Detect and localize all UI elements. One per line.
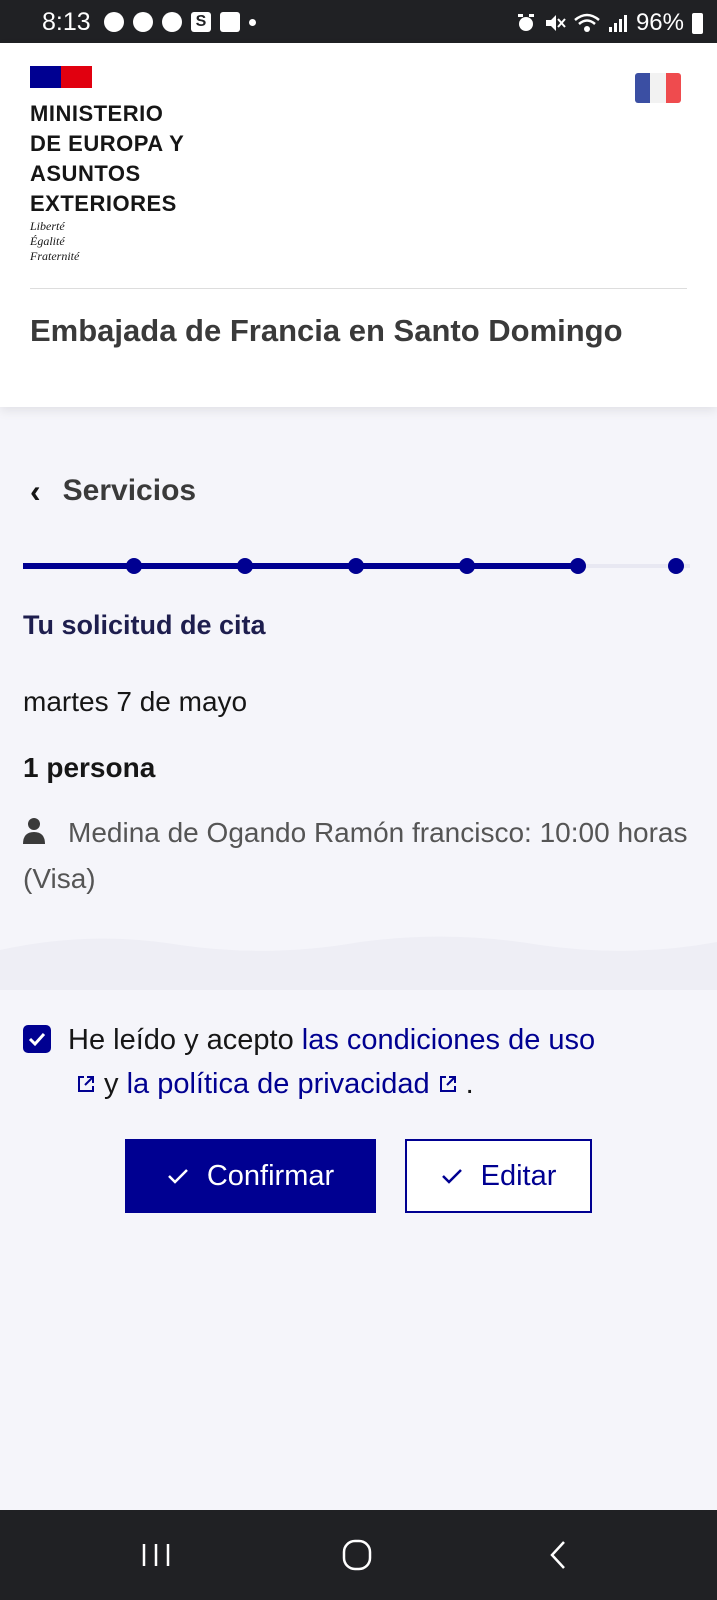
gallery-icon xyxy=(220,12,240,32)
embassy-title: Embajada de Francia en Santo Domingo xyxy=(30,313,623,348)
signal-icon xyxy=(608,15,627,32)
chat-bubble-icon xyxy=(104,12,124,32)
confirm-button-label: Confirmar xyxy=(206,1159,335,1192)
appointment-date: martes 7 de mayo xyxy=(23,686,248,717)
ministry-name[interactable]: MINISTERIO DE EUROPA Y ASUNTOS EXTERIORE… xyxy=(30,99,230,219)
back-nav-icon[interactable] xyxy=(528,1532,588,1578)
person-appointment: Medina de Ogando Ramón francisco: 10:00 … xyxy=(23,817,688,894)
republic-motto: Liberté Égalité Fraternité xyxy=(30,219,80,263)
header-divider xyxy=(30,288,687,289)
home-icon[interactable] xyxy=(327,1532,387,1578)
marianne-logo[interactable] xyxy=(30,66,92,88)
request-title: Tu solicitud de cita xyxy=(23,610,266,640)
dot-icon xyxy=(249,18,256,26)
mute-icon xyxy=(545,15,566,31)
decorative-wave xyxy=(0,936,717,990)
notification-icons: S xyxy=(104,10,256,34)
recent-apps-icon[interactable] xyxy=(126,1532,186,1578)
back-link-label: Servicios xyxy=(62,474,197,507)
s-app-icon: S xyxy=(191,12,211,32)
external-link-icon[interactable] xyxy=(76,1074,96,1094)
status-bar: 8:13 S 96% xyxy=(0,0,717,43)
battery-icon xyxy=(692,12,703,34)
edit-button[interactable]: Editar xyxy=(405,1139,592,1213)
site-header: MINISTERIO DE EUROPA Y ASUNTOS EXTERIORE… xyxy=(0,43,717,407)
confirm-button[interactable]: Confirmar xyxy=(125,1139,376,1213)
whatsapp-icon xyxy=(133,12,153,32)
edit-button-label: Editar xyxy=(480,1159,557,1192)
stepper-dot xyxy=(570,558,586,574)
back-link[interactable]: ‹ Servicios xyxy=(30,474,196,508)
progress-stepper xyxy=(23,555,690,577)
consent-text: He leído y acepto las condiciones de uso… xyxy=(68,1024,596,1100)
check-icon xyxy=(167,1169,188,1184)
french-flag-icon[interactable] xyxy=(635,73,681,103)
stepper-dot xyxy=(126,558,142,574)
external-link-icon[interactable] xyxy=(438,1074,458,1094)
terms-link[interactable]: las condiciones de uso xyxy=(302,1024,595,1056)
check-icon xyxy=(28,1032,46,1047)
chevron-left-icon: ‹ xyxy=(30,473,41,509)
system-nav-bar xyxy=(0,1510,717,1600)
stepper-dot xyxy=(459,558,475,574)
system-icons: 96% xyxy=(516,9,703,37)
check-icon xyxy=(441,1169,462,1184)
stepper-dot xyxy=(237,558,253,574)
consent-checkbox[interactable] xyxy=(23,1025,51,1053)
stepper-dot xyxy=(348,558,364,574)
battery-level: 96% xyxy=(635,9,684,36)
wifi-icon xyxy=(574,13,600,32)
alarm-icon xyxy=(517,14,534,31)
status-time: 8:13 xyxy=(42,8,91,36)
stepper-progress xyxy=(23,563,578,569)
messenger-icon xyxy=(162,12,182,32)
persons-count: 1 persona xyxy=(23,752,156,783)
stepper-dot xyxy=(668,558,684,574)
privacy-link[interactable]: la política de privacidad xyxy=(127,1068,430,1100)
